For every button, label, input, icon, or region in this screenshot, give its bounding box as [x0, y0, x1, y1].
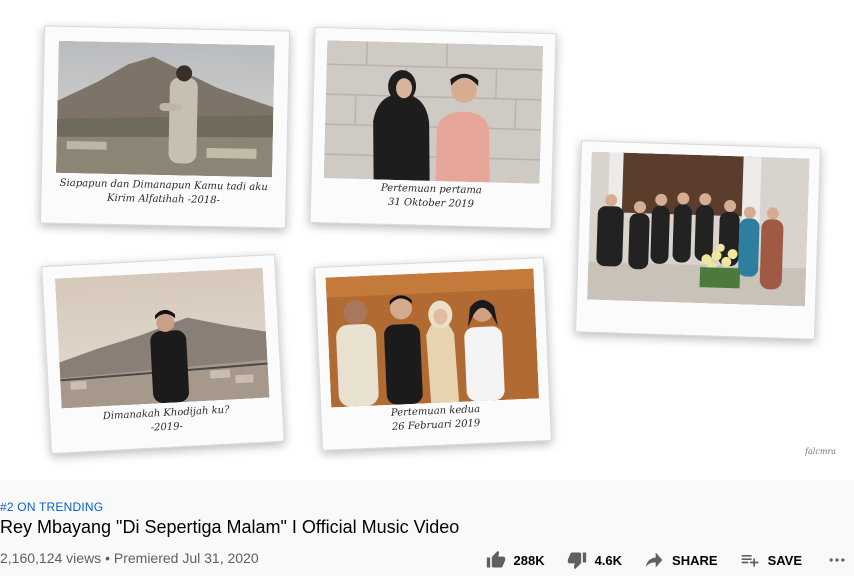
more-horizontal-icon	[829, 558, 845, 562]
polaroid-caption-1: Siapapun dan Dimanapun Kamu tadi aku Kir…	[41, 176, 286, 209]
polaroid-photo-2: Pertemuan pertama 31 Oktober 2019	[309, 26, 557, 230]
meta-separator: •	[101, 550, 114, 566]
like-button[interactable]: 288K	[486, 550, 545, 570]
video-player[interactable]: Siapapun dan Dimanapun Kamu tadi aku Kir…	[0, 0, 854, 480]
like-count: 288K	[513, 552, 545, 568]
photo-man-balcony	[54, 267, 270, 409]
premiere-date: Premiered Jul 31, 2020	[113, 550, 259, 566]
view-count: 2,160,124 views	[0, 550, 102, 566]
polaroid-photo-1: Siapapun dan Dimanapun Kamu tadi aku Kir…	[39, 25, 291, 229]
artist-signature: falcmra	[805, 447, 836, 456]
polaroid-caption-2: Pertemuan pertama 31 Oktober 2019	[311, 180, 552, 214]
action-bar: 288K 4.6K SHARE SAVE	[464, 548, 849, 572]
trending-badge-link[interactable]: #2 ON TRENDING	[0, 500, 103, 514]
save-button[interactable]: SAVE	[740, 550, 802, 570]
photo-mountain-man	[56, 40, 275, 178]
dislike-count: 4.6K	[594, 552, 623, 568]
polaroid-photo-4: Dimanakah Khodijah ku? -2019-	[41, 254, 285, 454]
share-label: SHARE	[672, 552, 718, 568]
video-meta: 2,160,124 views • Premiered Jul 31, 2020	[0, 550, 259, 566]
polaroid-photo-3	[575, 140, 821, 340]
more-actions-button[interactable]	[826, 550, 848, 570]
photo-group-four	[325, 268, 540, 408]
playlist-add-icon	[741, 555, 758, 567]
video-title: Rey Mbayang "Di Sepertiga Malam" I Offic…	[0, 517, 460, 537]
video-info: #2 ON TRENDING Rey Mbayang "Di Sepertiga…	[0, 480, 854, 576]
polaroid-photo-5: Pertemuan kedua 26 Februari 2019	[314, 257, 552, 451]
photo-couple	[323, 40, 544, 184]
share-button[interactable]: SHARE	[644, 550, 718, 570]
save-label: SAVE	[767, 552, 802, 568]
dislike-button[interactable]: 4.6K	[567, 550, 622, 570]
thumb-down-icon	[567, 552, 586, 570]
thumb-up-icon	[486, 550, 505, 568]
photo-family-gathering	[587, 151, 810, 307]
share-arrow-icon	[645, 552, 663, 568]
